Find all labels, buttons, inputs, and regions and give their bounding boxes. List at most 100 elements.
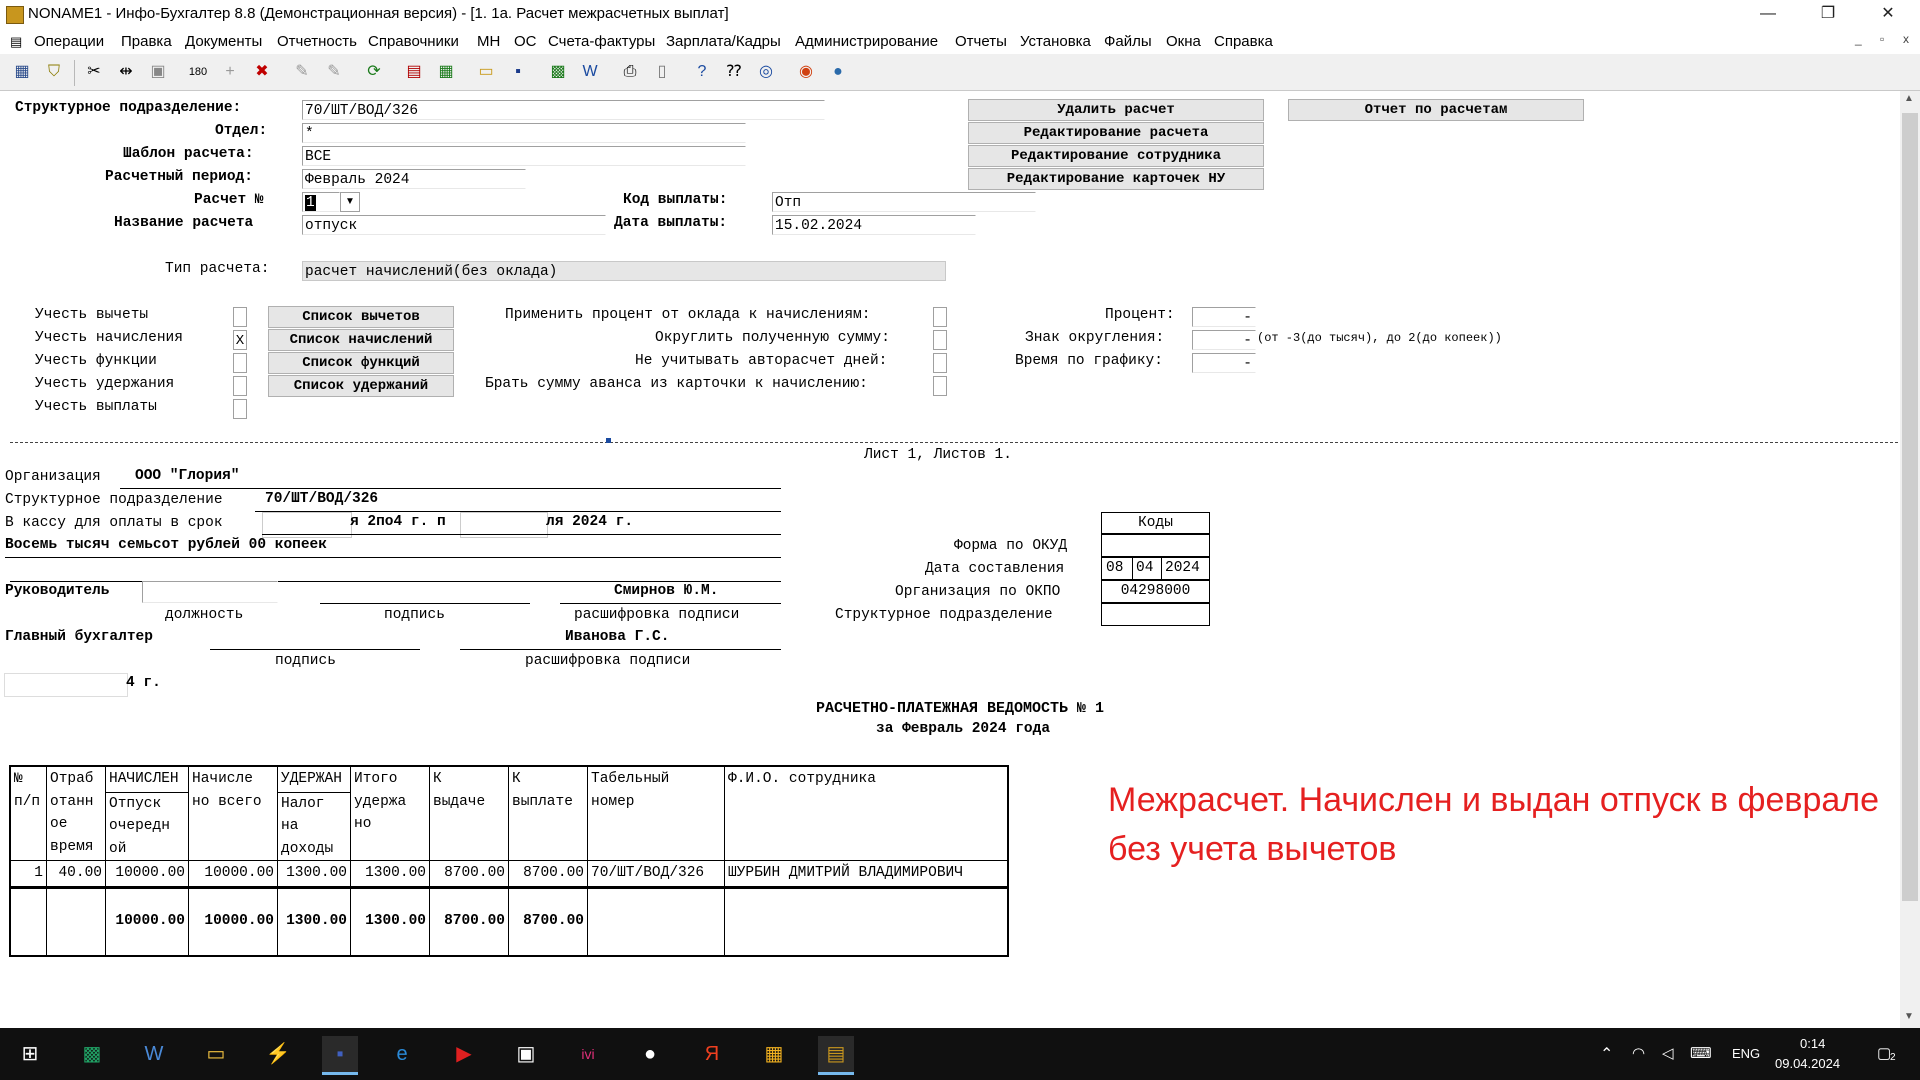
edge-taskbar-icon[interactable]: e [384, 1036, 420, 1072]
advance-from-card-checkbox[interactable] [933, 376, 947, 396]
consider-withholdings-checkbox[interactable] [233, 376, 247, 396]
context-help-icon[interactable]: ⁇ [722, 60, 746, 84]
volume-tray-icon[interactable]: ◁ [1662, 1044, 1674, 1062]
apply-percent-checkbox[interactable] [933, 307, 947, 327]
menu-admin[interactable]: Администрирование [795, 33, 938, 50]
calc-no-select[interactable]: 1 [302, 192, 340, 212]
close-button[interactable]: ✕ [1860, 0, 1916, 30]
minimize-button[interactable]: — [1740, 0, 1796, 30]
consider-payments-checkbox[interactable] [233, 399, 247, 419]
print-icon[interactable]: ⎙ [618, 60, 642, 84]
cut-icon[interactable]: ✂ [82, 60, 106, 84]
chevron-down-icon[interactable]: ▼ [340, 192, 360, 212]
schedule-time-field[interactable]: - [1192, 353, 1256, 373]
menu-files[interactable]: Файлы [1104, 33, 1152, 50]
no-autocalc-checkbox[interactable] [933, 353, 947, 373]
edit-cards-button[interactable]: Редактирование карточек НУ [968, 168, 1264, 190]
table-view-icon[interactable]: ▦ [10, 60, 34, 84]
consider-functions-checkbox[interactable] [233, 353, 247, 373]
tray-expand-icon[interactable]: ⌃ [1600, 1044, 1613, 1064]
maximize-button[interactable]: ❐ [1800, 0, 1856, 30]
menu-references[interactable]: Справочники [368, 33, 459, 50]
percent-field[interactable]: - [1192, 307, 1256, 327]
menu-mn[interactable]: МН [477, 33, 500, 50]
delete-icon[interactable]: ✖ [250, 60, 274, 84]
menu-operations[interactable]: Операции [34, 33, 104, 50]
mdi-close-button[interactable]: x [1903, 32, 1909, 46]
round-sum-checkbox[interactable] [933, 330, 947, 350]
menu-reporting[interactable]: Отчетность [277, 33, 357, 50]
tool-b-icon[interactable]: ✎ [322, 60, 346, 84]
calc-report-button[interactable]: Отчет по расчетам [1288, 99, 1584, 121]
infobuh-taskbar-icon[interactable]: ▤ [818, 1036, 854, 1075]
filter-icon[interactable]: ⛉ [42, 60, 66, 84]
store-taskbar-icon[interactable]: ▦ [756, 1036, 792, 1072]
move-icon[interactable]: ⇹ [114, 60, 138, 84]
word-icon[interactable]: W [578, 60, 602, 84]
menu-documents[interactable]: Документы [185, 33, 262, 50]
ivi-taskbar-icon[interactable]: ivi [570, 1036, 606, 1072]
start-icon[interactable]: ⊞ [12, 1036, 48, 1072]
screenshot-taskbar-icon[interactable]: ▣ [508, 1036, 544, 1072]
menu-edit[interactable]: Правка [121, 33, 172, 50]
accruals-list-button[interactable]: Список начислений [268, 329, 454, 351]
structural-unit-field[interactable]: 70/ШТ/ВОД/326 [302, 100, 825, 120]
vertical-scrollbar[interactable]: ▲ ▼ [1900, 91, 1920, 1028]
network-icon[interactable]: ● [826, 60, 850, 84]
pdf-icon[interactable]: ▤ [402, 60, 426, 84]
yandex-taskbar-icon[interactable]: Я [694, 1036, 730, 1072]
menu-invoices[interactable]: Счета-фактуры [548, 33, 655, 50]
scrollbar-thumb[interactable] [1902, 113, 1918, 901]
mdi-minimize-button[interactable]: _ [1855, 32, 1862, 46]
menu-install[interactable]: Установка [1020, 33, 1091, 50]
preview-icon[interactable]: ▯ [650, 60, 674, 84]
app-taskbar-icon[interactable]: ⚡ [260, 1036, 296, 1072]
open-folder-icon[interactable]: ▭ [474, 60, 498, 84]
splitter-handle[interactable] [606, 438, 611, 443]
video-taskbar-icon[interactable]: ▶ [446, 1036, 482, 1072]
yandex-browser-taskbar-icon[interactable]: ● [632, 1036, 668, 1072]
menu-os[interactable]: ОС [514, 33, 537, 50]
help-icon[interactable]: ? [690, 60, 714, 84]
save-icon[interactable]: ▪ [506, 60, 530, 84]
keyboard-tray-icon[interactable]: ⌨ [1690, 1044, 1712, 1062]
clock-date[interactable]: 09.04.2024 [1775, 1056, 1840, 1071]
functions-list-button[interactable]: Список функций [268, 352, 454, 374]
menu-reports[interactable]: Отчеты [955, 33, 1007, 50]
splitter[interactable] [10, 442, 1898, 443]
save-taskbar-icon[interactable]: ▪ [322, 1036, 358, 1075]
calculator-icon[interactable]: ▦ [434, 60, 458, 84]
period-field[interactable]: Февраль 2024 [302, 169, 526, 189]
deductions-list-button[interactable]: Список вычетов [268, 306, 454, 328]
network-tray-icon[interactable]: ◠ [1632, 1044, 1645, 1062]
menu-help[interactable]: Справка [1214, 33, 1273, 50]
pay-code-field[interactable]: Отп [772, 192, 1036, 212]
document-icon[interactable]: ▤ [10, 34, 22, 50]
lifebuoy-icon[interactable]: ◉ [794, 60, 818, 84]
consider-deductions-checkbox[interactable] [233, 307, 247, 327]
pay-date-field[interactable]: 15.02.2024 [772, 215, 976, 235]
compass-icon[interactable]: ◎ [754, 60, 778, 84]
head-position-field[interactable] [142, 581, 278, 603]
withholdings-list-button[interactable]: Список удержаний [268, 375, 454, 397]
refresh-icon[interactable]: ⟳ [362, 60, 386, 84]
menu-salary[interactable]: Зарплата/Кадры [666, 33, 781, 50]
edit-employee-button[interactable]: Редактирование сотрудника [968, 145, 1264, 167]
word-taskbar-icon[interactable]: W [136, 1036, 172, 1072]
excel-icon[interactable]: ▩ [546, 60, 570, 84]
scroll-down-icon[interactable]: ▼ [1904, 1011, 1914, 1022]
add-icon[interactable]: + [218, 60, 242, 84]
consider-accruals-checkbox[interactable]: X [233, 330, 247, 350]
edit-calc-button[interactable]: Редактирование расчета [968, 122, 1264, 144]
department-field[interactable]: * [302, 123, 746, 143]
tool-a-icon[interactable]: ✎ [290, 60, 314, 84]
menu-windows[interactable]: Окна [1166, 33, 1201, 50]
scroll-up-icon[interactable]: ▲ [1904, 93, 1914, 104]
language-indicator[interactable]: ENG [1732, 1046, 1760, 1061]
mdi-restore-button[interactable]: ▫ [1880, 32, 1884, 46]
paste-icon[interactable]: ▣ [146, 60, 170, 84]
calc-name-field[interactable]: отпуск [302, 215, 606, 235]
template-field[interactable]: ВСЕ [302, 146, 746, 166]
excel-taskbar-icon[interactable]: ▩ [74, 1036, 110, 1072]
explorer-taskbar-icon[interactable]: ▭ [198, 1036, 234, 1072]
